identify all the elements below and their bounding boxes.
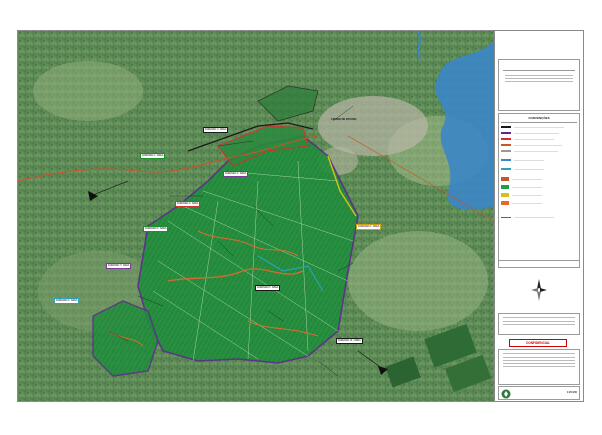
legend-item	[501, 144, 562, 146]
legend-item	[501, 201, 542, 205]
legend-panel: CONVENÇÕES CONFIDENCIAL 1:20.000	[494, 31, 583, 401]
farm-callout-text: FAZENDA 7 / ÁREA	[108, 263, 130, 267]
farm-callout[interactable]: FAZENDA 5 / ÁREA	[143, 226, 169, 232]
cleared-area	[33, 61, 143, 121]
divider	[505, 75, 573, 76]
swatch-road-black	[501, 126, 511, 128]
farm-callout[interactable]: FAZENDA 3 / ÁREA	[223, 171, 249, 177]
farm-callout[interactable]: FAZENDA 6 / ÁREA	[356, 224, 382, 230]
conventions-block: CONVENÇÕES	[498, 113, 580, 268]
farm-callout-text: FAZENDA 2 / ÁREA	[142, 153, 164, 157]
swatch-box-red	[501, 201, 509, 205]
conventions-title: CONVENÇÕES	[528, 116, 550, 120]
confidential-stamp: CONFIDENCIAL	[509, 339, 567, 347]
legend-item	[501, 193, 542, 197]
farm-callout-text: FAZENDA 6 / ÁREA	[358, 224, 380, 228]
farm-callout[interactable]: FAZENDA 9 / ÁREA	[54, 298, 80, 304]
north-arrow-icon	[531, 279, 547, 301]
title-block	[498, 59, 580, 111]
swatch-trail	[501, 150, 511, 152]
farm-callout-text: FAZENDA 5 / ÁREA	[145, 226, 167, 230]
legend-item	[501, 132, 559, 134]
legend-item	[501, 168, 544, 170]
legend-item	[501, 177, 542, 181]
legend-item	[501, 138, 554, 140]
swatch-river	[501, 159, 511, 161]
divider	[501, 122, 577, 123]
legend-item	[501, 185, 542, 189]
scale-label: 1:20.000	[566, 391, 577, 394]
farm-callout[interactable]: FAZENDA 10 / ÁREA	[336, 338, 363, 344]
city-area	[318, 96, 428, 156]
farm-callout-text: FAZENDA 9 / ÁREA	[56, 298, 78, 302]
farm-callout[interactable]: FAZENDA 8 / ÁREA	[255, 285, 281, 291]
swatch-box-forest	[501, 185, 509, 189]
cleared-area	[348, 231, 488, 331]
footer-block: 1:20.000	[498, 386, 580, 400]
farm-callout-text: FAZENDA 1 / ÁREA	[205, 127, 227, 131]
reference-box	[498, 260, 580, 268]
city-label: CIDADE DE PAVUNA	[331, 118, 357, 121]
farm-callout-text: FAZENDA 10 / ÁREA	[338, 338, 361, 342]
satellite-map	[18, 31, 494, 401]
map-sheet: CIDADE DE PAVUNA FAZENDA 1 / ÁREA FAZEND…	[0, 0, 602, 435]
farm-callout-text: FAZENDA 3 / ÁREA	[225, 171, 247, 175]
notes-block	[498, 313, 580, 335]
legend-item	[501, 217, 554, 218]
divider	[505, 81, 573, 82]
swatch-limit-red	[501, 138, 511, 140]
farm-callout[interactable]: FAZENDA 2 / ÁREA	[140, 153, 166, 159]
legend-item	[501, 159, 544, 161]
farm-callout[interactable]: FAZENDA 1 / ÁREA	[203, 127, 229, 133]
farm-callout-text: FAZENDA 4 / ÁREA	[177, 201, 199, 205]
divider	[503, 70, 575, 71]
farm-callout[interactable]: FAZENDA 7 / ÁREA	[106, 263, 132, 269]
info-block	[498, 349, 580, 385]
farm-callout[interactable]: FAZENDA 4 / ÁREA	[175, 201, 201, 207]
swatch-box-yellow	[501, 193, 509, 197]
map-canvas[interactable]: CIDADE DE PAVUNA FAZENDA 1 / ÁREA FAZEND…	[18, 31, 494, 401]
swatch-limit-purple	[501, 132, 511, 134]
divider	[505, 78, 573, 79]
legend-item	[501, 126, 564, 128]
swatch-road	[501, 144, 511, 146]
swatch-limit-cyan	[501, 168, 511, 170]
company-logo	[501, 389, 511, 399]
legend-item	[501, 150, 558, 152]
swatch-red-line	[501, 217, 511, 218]
farm-callout-text: FAZENDA 8 / ÁREA	[257, 285, 279, 289]
swatch-box-orange	[501, 177, 509, 181]
